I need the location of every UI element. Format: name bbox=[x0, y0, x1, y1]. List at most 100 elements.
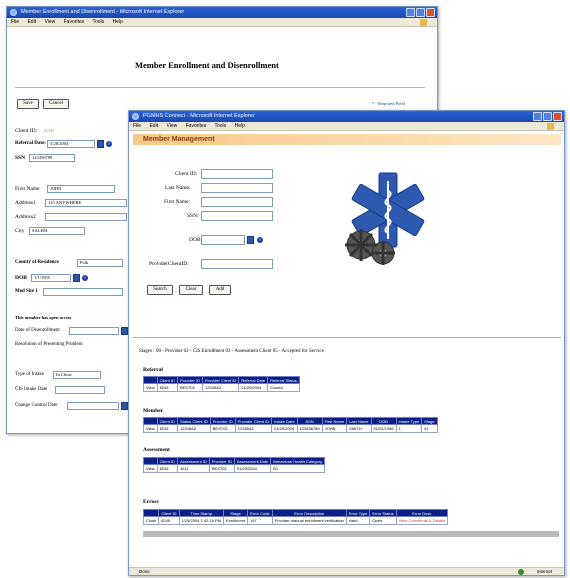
dob-help-icon[interactable]: ? bbox=[82, 275, 88, 281]
member-column-header: Client ID bbox=[156, 417, 178, 425]
menu-favorites[interactable]: Favorites bbox=[64, 19, 85, 25]
dob-calendar-icon[interactable] bbox=[247, 236, 254, 244]
change-control-input[interactable] bbox=[67, 402, 119, 410]
table-cell: Closed bbox=[267, 383, 300, 392]
city-input[interactable]: SALEM bbox=[29, 227, 85, 235]
assessment-column-header: Provider ID bbox=[208, 457, 235, 465]
menu-tools[interactable]: Tools bbox=[92, 19, 104, 25]
table-cell: 12345AZ bbox=[201, 383, 240, 392]
address2-input[interactable] bbox=[45, 213, 127, 221]
front-browser-window: PGMHS Connect - Microsoft Internet Explo… bbox=[128, 110, 565, 576]
address1-input[interactable]: 123 ANYWHERE bbox=[45, 199, 127, 207]
table-cell: 1011 bbox=[176, 464, 210, 473]
county-select[interactable]: Polk bbox=[77, 259, 123, 267]
menu-view[interactable]: View bbox=[166, 123, 177, 129]
dob-label: DOB bbox=[15, 275, 27, 281]
table-cell: SMITH bbox=[346, 424, 372, 433]
internet-explorer-icon bbox=[10, 9, 17, 16]
cancel-button[interactable]: Cancel bbox=[43, 99, 69, 109]
member-column-header: Status Client ID bbox=[176, 417, 211, 425]
row-action-link[interactable]: Close bbox=[142, 516, 160, 525]
calendar-dropdown-icon[interactable] bbox=[97, 140, 104, 148]
menu-edit[interactable]: Edit bbox=[27, 19, 36, 25]
medsite-label: Med Site 1 bbox=[15, 289, 38, 294]
city-label: City bbox=[15, 228, 25, 234]
dob-calendar-icon[interactable] bbox=[73, 274, 80, 282]
member-header-row: Client ID Status Client ID Provider ID Prov… bbox=[143, 417, 438, 425]
save-button[interactable]: Save bbox=[17, 99, 39, 109]
dob-input[interactable]: 1/1/1955 bbox=[31, 274, 71, 282]
ssn-input[interactable]: 123456789 bbox=[29, 154, 75, 162]
last-name-input[interactable] bbox=[201, 183, 273, 193]
dob-input[interactable] bbox=[201, 235, 245, 245]
close-icon[interactable] bbox=[553, 112, 562, 121]
back-window-titlebar[interactable]: Member Enrollment and Disenrollment - Mi… bbox=[7, 7, 437, 18]
help-icon[interactable]: ? bbox=[106, 141, 112, 147]
table-cell: 8245 bbox=[158, 516, 180, 525]
menu-view[interactable]: View bbox=[44, 19, 55, 25]
menu-help[interactable]: Help bbox=[235, 123, 245, 129]
first-name-input[interactable] bbox=[201, 197, 273, 207]
member-column-header: Last Name bbox=[346, 417, 372, 425]
errors-column-header: Error Code bbox=[247, 509, 273, 517]
cis-intake-label: CIS Intake Date bbox=[15, 387, 48, 392]
row-action-link[interactable]: View bbox=[143, 464, 158, 473]
menu-favorites[interactable]: Favorites bbox=[186, 123, 207, 129]
maximize-icon[interactable] bbox=[543, 112, 552, 121]
errors-column-header: Error Status bbox=[369, 509, 397, 517]
table-cell: 8245 bbox=[156, 424, 178, 433]
menu-tools[interactable]: Tools bbox=[214, 123, 226, 129]
referral-date-input[interactable]: 3/28/2004 bbox=[47, 140, 95, 148]
stages-legend: Stages : 00 - Provider 02 - CIS Enrollme… bbox=[139, 349, 324, 354]
disenroll-calendar-icon[interactable] bbox=[121, 327, 128, 335]
medsite-select[interactable] bbox=[43, 288, 123, 296]
assessment-column-header: Behavioral Health Category bbox=[270, 457, 326, 465]
menu-file[interactable]: File bbox=[11, 19, 19, 25]
assessment-header-row: Client ID Assessment ID Provider ID Assessm… bbox=[143, 457, 326, 465]
table-row: View 8245 1011 BEST02 01/20/2004 B1 bbox=[143, 464, 326, 473]
change-control-calendar-icon[interactable] bbox=[121, 402, 128, 410]
assessment-column-header bbox=[143, 457, 158, 465]
minimize-icon[interactable] bbox=[533, 112, 542, 121]
internet-explorer-icon bbox=[132, 113, 139, 120]
cis-intake-input[interactable] bbox=[55, 386, 105, 394]
member-table: Client ID Status Client ID Provider ID Prov… bbox=[143, 417, 438, 433]
minimize-icon[interactable] bbox=[406, 8, 415, 17]
menu-edit[interactable]: Edit bbox=[149, 123, 158, 129]
divider bbox=[133, 337, 561, 338]
last-name-label: Last Name: bbox=[165, 185, 191, 191]
disenroll-date-input[interactable] bbox=[69, 327, 119, 335]
clear-button[interactable]: Clear bbox=[179, 285, 203, 295]
client-id-input[interactable] bbox=[201, 169, 273, 179]
menu-help[interactable]: Help bbox=[113, 19, 123, 25]
referral-header-row: Client ID Provider ID Provider Client ID Re… bbox=[143, 376, 300, 384]
front-window-title: PGMHS Connect - Microsoft Internet Explo… bbox=[143, 113, 255, 119]
close-icon[interactable] bbox=[426, 8, 435, 17]
menu-file[interactable]: File bbox=[133, 123, 141, 129]
required-field-note: * - Required Field bbox=[372, 101, 405, 106]
back-window-title: Member Enrollment and Disenrollment - Mi… bbox=[21, 9, 185, 15]
back-window-controls bbox=[406, 8, 435, 17]
status-bar: Done Internet bbox=[129, 567, 564, 575]
front-window-controls bbox=[533, 112, 562, 121]
intake-type-select[interactable]: In Clinic bbox=[53, 371, 101, 379]
first-name-input[interactable]: JOHN bbox=[47, 185, 115, 193]
provider-client-id-input[interactable] bbox=[201, 259, 273, 269]
member-column-header: Intake Type bbox=[395, 417, 423, 425]
row-action-link[interactable]: View bbox=[143, 424, 158, 433]
ssn-label: SSN: bbox=[187, 213, 199, 219]
view-details-link[interactable]: View Comments & Details bbox=[395, 516, 448, 525]
referral-column-header: Provider ID bbox=[176, 376, 203, 384]
search-button[interactable]: Search bbox=[147, 285, 173, 295]
status-text: Done bbox=[139, 569, 150, 574]
dob-help-icon[interactable]: ? bbox=[257, 237, 263, 243]
table-cell: JOHN bbox=[321, 424, 348, 433]
table-cell: 01/20/2004 bbox=[233, 464, 272, 473]
row-action-link[interactable]: View bbox=[143, 383, 158, 392]
add-button[interactable]: Add bbox=[209, 285, 231, 295]
maximize-icon[interactable] bbox=[416, 8, 425, 17]
ssn-input[interactable] bbox=[201, 211, 273, 221]
front-window-titlebar[interactable]: PGMHS Connect - Microsoft Internet Explo… bbox=[129, 111, 564, 122]
section-banner: Member Management bbox=[133, 134, 561, 145]
table-cell: 123456789 bbox=[296, 424, 323, 433]
